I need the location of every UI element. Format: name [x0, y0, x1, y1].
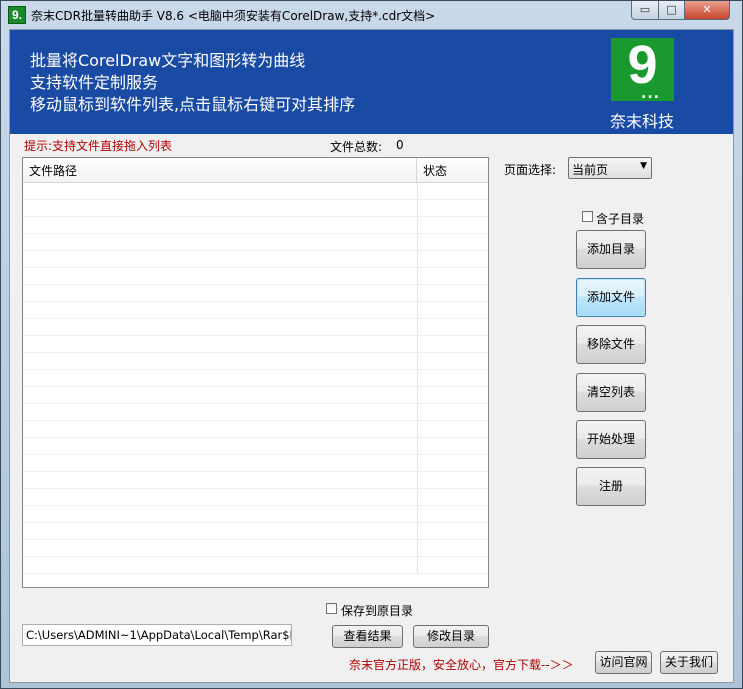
about-us-button[interactable]: 关于我们	[660, 651, 718, 674]
output-path-field[interactable]: C:\Users\ADMINI~1\AppData\Local\Temp\Rar…	[22, 624, 292, 646]
chevron-down-icon: ▼	[640, 161, 647, 171]
table-row[interactable]	[23, 489, 488, 506]
save-to-original-checkbox[interactable]	[326, 603, 337, 614]
table-row[interactable]	[23, 557, 488, 574]
table-row[interactable]	[23, 472, 488, 489]
app-window: 9. 奈末CDR批量转曲助手 V8.6 <电脑中须安装有CorelDraw,支持…	[0, 0, 743, 689]
table-row[interactable]	[23, 234, 488, 251]
table-row[interactable]	[23, 217, 488, 234]
column-header-path[interactable]: 文件路径	[23, 158, 417, 182]
banner-line-2: 支持软件定制服务	[30, 73, 159, 92]
app-icon: 9.	[8, 6, 26, 24]
table-row[interactable]	[23, 268, 488, 285]
table-row[interactable]	[23, 506, 488, 523]
file-list-body	[23, 183, 488, 587]
client-area: 批量将CorelDraw文字和图形转为曲线 支持软件定制服务 移动鼠标到软件列表…	[9, 29, 734, 683]
table-row[interactable]	[23, 370, 488, 387]
table-row[interactable]	[23, 404, 488, 421]
view-result-button[interactable]: 查看结果	[332, 625, 403, 648]
include-subdir-checkbox[interactable]	[582, 211, 593, 222]
maximize-icon: □	[666, 3, 677, 16]
table-row[interactable]	[23, 319, 488, 336]
start-processing-button[interactable]: 开始处理	[576, 420, 646, 459]
table-row[interactable]	[23, 336, 488, 353]
file-count-label: 文件总数:	[330, 140, 383, 154]
close-button[interactable]: ✕	[684, 1, 730, 20]
change-directory-button[interactable]: 修改目录	[413, 625, 489, 648]
minimize-button[interactable]: ▭	[631, 1, 659, 20]
table-row[interactable]	[23, 302, 488, 319]
table-row[interactable]	[23, 353, 488, 370]
register-button[interactable]: 注册	[576, 467, 646, 506]
table-row[interactable]	[23, 200, 488, 217]
table-row[interactable]	[23, 438, 488, 455]
logo-dots: ...	[641, 86, 660, 102]
title-bar[interactable]: 9. 奈末CDR批量转曲助手 V8.6 <电脑中须安装有CorelDraw,支持…	[1, 1, 742, 29]
column-header-status[interactable]: 状态	[417, 158, 488, 182]
minimize-icon: ▭	[639, 3, 651, 16]
save-to-original-label: 保存到原目录	[341, 604, 414, 618]
drag-hint: 提示:支持文件直接拖入列表	[24, 139, 173, 153]
banner: 批量将CorelDraw文字和图形转为曲线 支持软件定制服务 移动鼠标到软件列表…	[10, 30, 733, 134]
banner-line-1: 批量将CorelDraw文字和图形转为曲线	[30, 51, 306, 70]
file-list-header: 文件路径 状态	[23, 158, 488, 183]
close-icon: ✕	[702, 3, 712, 16]
clear-list-button[interactable]: 清空列表	[576, 373, 646, 412]
banner-line-3: 移动鼠标到软件列表,点击鼠标右键可对其排序	[30, 95, 356, 114]
file-list[interactable]: 文件路径 状态	[22, 157, 489, 588]
table-row[interactable]	[23, 523, 488, 540]
company-logo: 9 ...	[611, 35, 674, 102]
table-row[interactable]	[23, 387, 488, 404]
company-name: 奈末科技	[610, 112, 675, 131]
visit-website-button[interactable]: 访问官网	[595, 651, 652, 674]
table-row[interactable]	[23, 251, 488, 268]
table-row[interactable]	[23, 183, 488, 200]
include-subdir-label: 含子目录	[596, 212, 645, 226]
page-select-label: 页面选择:	[504, 163, 557, 177]
footer-notice: 奈末官方正版，安全放心，官方下载--＞＞	[349, 658, 574, 672]
page-select-value: 当前页	[572, 163, 609, 177]
remove-file-button[interactable]: 移除文件	[576, 325, 646, 364]
table-row[interactable]	[23, 540, 488, 557]
table-row[interactable]	[23, 421, 488, 438]
window-title: 奈末CDR批量转曲助手 V8.6 <电脑中须安装有CorelDraw,支持*.c…	[31, 9, 436, 23]
table-row[interactable]	[23, 455, 488, 472]
maximize-button[interactable]: □	[658, 1, 685, 20]
file-count-value: 0	[396, 138, 404, 152]
add-directory-button[interactable]: 添加目录	[576, 230, 646, 269]
page-select-dropdown[interactable]: 当前页 ▼	[568, 157, 652, 179]
add-file-button[interactable]: 添加文件	[576, 278, 646, 317]
table-row[interactable]	[23, 285, 488, 302]
